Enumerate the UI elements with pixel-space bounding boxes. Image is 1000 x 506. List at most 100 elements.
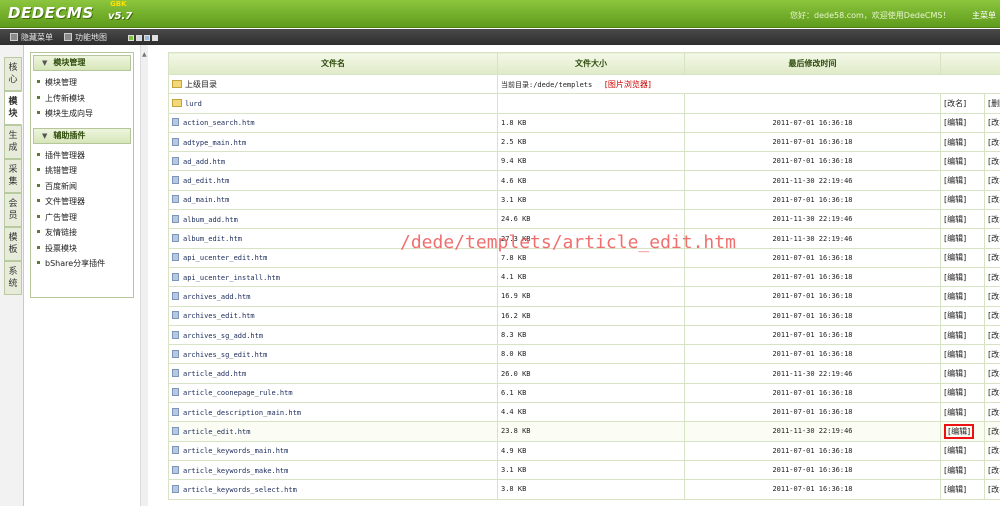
frame-splitter[interactable]: ▲ (140, 45, 148, 506)
menu-item[interactable]: 投票模块 (37, 241, 133, 257)
file-icon (172, 291, 179, 300)
rename-link[interactable]: [改名] (984, 170, 1000, 191)
vtab-2[interactable]: 生成 (4, 125, 22, 159)
file-icon (172, 176, 179, 185)
menu-item[interactable]: 友情链接 (37, 225, 133, 241)
skin-color-picker[interactable] (128, 34, 160, 41)
file-name-link[interactable]: archives_edit.htm (168, 305, 498, 326)
file-name-link[interactable]: api_ucenter_install.htm (168, 266, 498, 288)
menu-item[interactable]: 广告管理 (37, 210, 133, 226)
edit-link[interactable]: [编辑] (944, 118, 966, 127)
rename-link[interactable]: [改名] (984, 131, 1000, 153)
rename-link[interactable]: [改名] (984, 363, 1000, 384)
file-name-link[interactable]: ad_add.htm (168, 151, 498, 172)
skin-color-square[interactable] (144, 35, 150, 41)
hide-menu-button[interactable]: 隐藏菜单 (10, 32, 53, 43)
rename-link[interactable]: [改名] (984, 402, 1000, 423)
rename-link[interactable]: [改名] (984, 266, 1000, 288)
main-menu-link[interactable]: 主菜单 (972, 10, 996, 21)
table-row: article_edit.htm 23.8 KB 2011-11-30 22:19:… (168, 421, 1000, 442)
scroll-up-arrow-icon[interactable]: ▲ (142, 51, 147, 58)
skin-color-square[interactable] (136, 35, 142, 41)
edit-link[interactable]: [编辑] (944, 485, 966, 494)
edit-link[interactable]: [编辑] (944, 369, 966, 378)
edit-link[interactable]: [编辑] (944, 388, 966, 397)
menu-item[interactable]: 挑错管理 (37, 163, 133, 179)
edit-link[interactable]: [编辑] (944, 446, 966, 455)
edit-link[interactable]: [编辑] (944, 138, 966, 147)
menu-item[interactable]: 插件管理器 (37, 148, 133, 164)
vtab-4[interactable]: 会员 (4, 193, 22, 227)
edit-link[interactable]: [编辑] (944, 350, 966, 359)
vtab-6[interactable]: 系统 (4, 261, 22, 295)
skin-color-square[interactable] (152, 35, 158, 41)
menu-item[interactable]: 文件管理器 (37, 194, 133, 210)
folder-time (684, 93, 941, 114)
rename-link[interactable]: [改名] (984, 209, 1000, 230)
rename-link[interactable]: [改名] (984, 479, 1000, 500)
edit-link[interactable]: [编辑] (944, 253, 966, 262)
file-name-link[interactable]: article_description_main.htm (168, 402, 498, 423)
menu-item[interactable]: 模块生成向导 (37, 106, 133, 122)
edit-link-highlighted[interactable]: [编辑] (944, 423, 975, 439)
edit-link[interactable]: [编辑] (944, 273, 966, 282)
edit-link[interactable]: [编辑] (944, 176, 966, 185)
file-name-link[interactable]: article_coonepage_rule.htm (168, 382, 498, 404)
vtab-1[interactable]: 模块 (4, 91, 22, 125)
file-name-link[interactable]: adtype_main.htm (168, 131, 498, 153)
rename-link[interactable]: [改名] (984, 112, 1000, 133)
vtab-3[interactable]: 采集 (4, 159, 22, 193)
file-name-link[interactable]: ad_edit.htm (168, 170, 498, 191)
menu-item[interactable]: 上传新模块 (37, 91, 133, 107)
image-browser-link[interactable]: [图片浏览器] (605, 80, 651, 89)
edit-link[interactable]: [编辑] (944, 292, 966, 301)
edit-link[interactable]: [编辑] (944, 215, 966, 224)
file-name-link[interactable]: article_keywords_select.htm (168, 479, 498, 500)
menu-item[interactable]: 模块管理 (37, 75, 133, 91)
rename-link[interactable]: [改名] (984, 247, 1000, 268)
file-name: archives_edit.htm (183, 312, 255, 321)
rename-link[interactable]: [改名] (984, 382, 1000, 404)
menu-section-plugins[interactable]: ▼ 辅助插件 (33, 127, 131, 144)
skin-color-square[interactable] (128, 35, 134, 41)
rename-link[interactable]: [改名] (984, 459, 1000, 481)
file-name-link[interactable]: article_keywords_main.htm (168, 440, 498, 461)
file-name-link[interactable]: article_add.htm (168, 363, 498, 384)
parent-dir-link[interactable]: 上级目录 (168, 73, 498, 95)
rename-link[interactable]: [改名] (984, 324, 1000, 346)
vtab-0[interactable]: 核心 (4, 57, 22, 91)
vtab-5[interactable]: 模板 (4, 227, 22, 261)
edit-link[interactable]: [编辑] (944, 408, 966, 417)
file-size: 4.6 KB (497, 170, 685, 191)
menu-item[interactable]: 百度新闻 (37, 179, 133, 195)
file-name-link[interactable]: archives_add.htm (168, 286, 498, 307)
rename-link[interactable]: [改名] (984, 228, 1000, 249)
menu-section-module[interactable]: ▼ 模块管理 (33, 55, 131, 71)
edit-link[interactable]: [编辑] (944, 331, 966, 340)
edit-link[interactable]: [编辑] (944, 311, 966, 320)
bullet-icon (37, 168, 40, 171)
folder-rename-link[interactable]: [改名] (940, 93, 985, 114)
rename-link[interactable]: [改名] (984, 421, 1000, 442)
file-name-link[interactable]: archives_sg_edit.htm (168, 344, 498, 365)
rename-link[interactable]: [改名] (984, 305, 1000, 326)
site-map-button[interactable]: 功能地图 (64, 32, 107, 43)
rename-link[interactable]: [改名] (984, 286, 1000, 307)
rename-link[interactable]: [改名] (984, 151, 1000, 172)
rename-link[interactable]: [改名] (984, 189, 1000, 211)
folder-delete-link[interactable]: [删除] (984, 93, 1000, 114)
edit-link[interactable]: [编辑] (944, 157, 966, 166)
file-name-link[interactable]: ad_main.htm (168, 189, 498, 211)
file-name-link[interactable]: article_edit.htm (168, 421, 498, 442)
rename-link[interactable]: [改名] (984, 440, 1000, 461)
folder-name-link[interactable]: lurd (168, 93, 498, 114)
rename-link[interactable]: [改名] (984, 344, 1000, 365)
edit-link[interactable]: [编辑] (944, 466, 966, 475)
file-name-link[interactable]: album_add.htm (168, 209, 498, 230)
edit-link[interactable]: [编辑] (944, 234, 966, 243)
file-name-link[interactable]: archives_sg_add.htm (168, 324, 498, 346)
menu-item[interactable]: bShare分享插件 (37, 256, 133, 272)
edit-link[interactable]: [编辑] (944, 195, 966, 204)
file-name-link[interactable]: action_search.htm (168, 112, 498, 133)
file-name-link[interactable]: article_keywords_make.htm (168, 459, 498, 481)
